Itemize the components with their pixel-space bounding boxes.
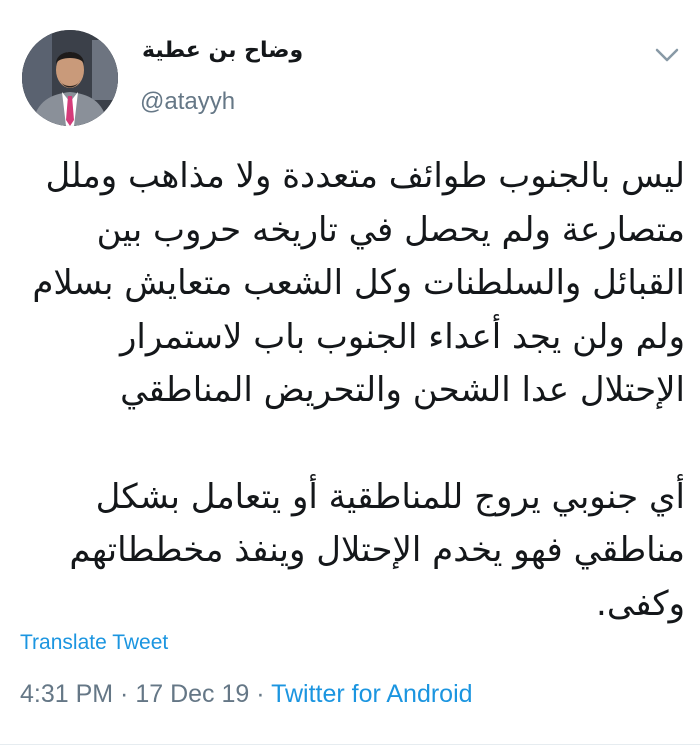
tweet-line: الإحتلال عدا الشحن والتحريض المناطقي [120,370,685,410]
tweet-line: ولم ولن يجد أعداء الجنوب باب لاستمرار [119,316,685,357]
tweet-line: متصارعة ولم يحصل في تاريخه حروب بين [96,209,685,250]
tweet-line: القبائل والسلطنات وكل الشعب متعايش بسلام [32,263,685,303]
display-name[interactable]: وضاح بن عطية [142,38,303,63]
tweet-paragraph-1: ليس بالجنوب طوائف متعددة ولا مذاهب وملل … [20,150,685,418]
meta-separator: · [113,680,136,708]
chevron-down-icon[interactable] [653,44,681,66]
tweet-line: وكفى. [596,583,685,624]
tweet-date[interactable]: 17 Dec 19 [135,680,249,708]
tweet-line: ليس بالجنوب طوائف متعددة ولا مذاهب وملل [45,156,685,196]
tweet-time[interactable]: 4:31 PM [20,680,113,708]
tweet-line: أي جنوبي يروج للمناطقية أو يتعامل بشكل [95,476,685,517]
tweet-paragraph-2: أي جنوبي يروج للمناطقية أو يتعامل بشكل م… [20,471,685,632]
tweet-source-link[interactable]: Twitter for Android [271,680,472,708]
tweet-line: مناطقي فهو يخدم الإحتلال وينفذ مخططاتهم [69,530,685,570]
meta-separator: · [249,680,272,708]
user-handle[interactable]: @atayyh [140,88,235,116]
tweet-text: ليس بالجنوب طوائف متعددة ولا مذاهب وملل … [20,150,685,631]
translate-tweet-link[interactable]: Translate Tweet [20,631,168,655]
avatar[interactable] [22,30,118,126]
avatar-photo-icon [22,30,118,126]
tweet-metadata: 4:31 PM · 17 Dec 19 · Twitter for Androi… [20,680,473,709]
